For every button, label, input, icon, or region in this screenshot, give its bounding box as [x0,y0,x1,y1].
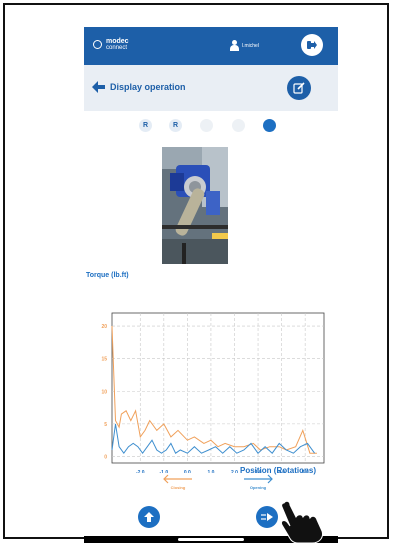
valve-photo [162,147,228,264]
step-3[interactable] [200,119,213,132]
legend-opening: Opening [238,474,278,494]
x-tick-label-2: 0.0 [184,470,191,473]
arrow-up-icon [144,512,154,522]
y-tick-label-4: 20 [101,324,107,330]
forward-arrow-icon [261,513,273,521]
screenshot-frame: modec connect l.michel Display operation… [3,3,389,543]
logo-ring-icon [93,40,102,49]
phone-screen: modec connect l.michel Display operation… [84,27,338,543]
step-4[interactable] [232,119,245,132]
back-arrow-icon[interactable] [92,81,106,93]
plot-area [111,312,325,464]
step-1[interactable]: R [139,119,152,132]
right-arrow-icon [244,474,273,484]
logout-button[interactable] [301,34,323,56]
edit-icon [293,82,305,94]
logo-text-connect: connect [106,45,128,51]
step-2[interactable]: R [169,119,182,132]
username: l.michel [242,42,259,49]
x-tick-label-1: -1.0 [160,470,169,473]
edit-button[interactable] [287,76,311,100]
chart-title: Torque (lb.ft) [86,272,129,279]
x-tick-label-3: 1.0 [207,470,214,473]
user-icon [230,40,239,51]
y-tick-label-3: 15 [101,357,107,363]
x-tick-label-0: -2.0 [136,470,145,473]
top-bar: modec connect l.michel [84,27,338,65]
y-tick-label-2: 10 [101,389,107,395]
sub-header: Display operation [84,65,338,111]
home-indicator[interactable] [178,538,244,541]
step-indicator: R R [84,119,338,133]
next-button[interactable] [256,506,278,528]
y-tick-label-0: 0 [104,454,107,460]
legend-opening-label: Opening [249,485,267,490]
user-menu[interactable]: l.michel [230,40,259,51]
x-tick-label-4: 2.0 [231,470,238,473]
legend-closing-label: Closing [170,485,186,490]
logo-text-modec: modec [106,38,129,45]
step-5-current[interactable] [263,119,276,132]
scroll-up-button[interactable] [138,506,160,528]
page-title: Display operation [110,82,186,92]
logout-icon [307,41,317,49]
torque-chart: -2.0 -1.0 0.0 1.0 2.0 3.0 4.0 5.005101520 [101,312,325,473]
pointing-hand-icon [281,500,323,543]
legend-closing: Closing [158,474,198,494]
left-arrow-icon [163,474,192,484]
y-tick-label-1: 5 [104,422,107,428]
